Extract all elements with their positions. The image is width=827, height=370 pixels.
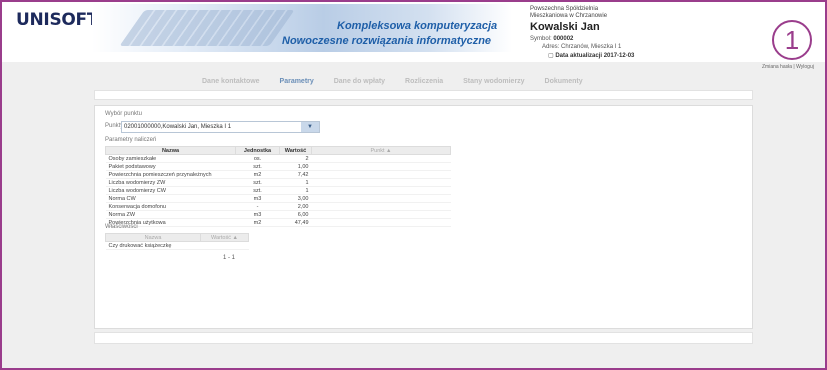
- update-info: ▢ Data aktualizacji 2017-12-03: [548, 53, 635, 59]
- table-cell: [311, 162, 451, 171]
- table-row: Powierzchnia pomieszczeń przynależnych m2…: [105, 170, 451, 179]
- table-cell: m2: [235, 170, 280, 179]
- table-cell: [311, 154, 451, 163]
- points-select[interactable]: 02001000000,Kowalski Jan, Mieszka I 1 ▼: [121, 121, 320, 133]
- props-table: Nazwa Wartość ▲ Czy drukować książeczkę: [105, 233, 249, 250]
- table-cell: szt.: [235, 178, 280, 187]
- table-cell: 2,00: [279, 202, 312, 211]
- table-cell: szt.: [235, 186, 280, 195]
- table-cell: 47,49: [279, 218, 312, 227]
- params-header-row: Nazwa Jednostka Wartość Punkt ▲: [105, 146, 451, 155]
- step-number-badge: 1: [772, 20, 812, 60]
- calendar-icon: ▢: [548, 53, 554, 59]
- table-cell: 3,00: [279, 194, 312, 203]
- tab-parametry[interactable]: Parametry: [280, 78, 314, 85]
- header: UNISOFT Kompleksowa komputeryzacja Nowoc…: [2, 2, 825, 62]
- chevron-down-icon[interactable]: ▼: [301, 122, 319, 132]
- table-cell: 6,00: [279, 210, 312, 219]
- table-cell: [311, 170, 451, 179]
- table-cell: os.: [235, 154, 280, 163]
- table-cell: [311, 186, 451, 195]
- main-panel: Wybór punktu Punkty: 02001000000,Kowalsk…: [94, 105, 753, 329]
- symbol-info: Symbol: 000002: [530, 36, 574, 42]
- column-header-jednostka[interactable]: Jednostka: [235, 146, 280, 155]
- table-cell: [311, 202, 451, 211]
- table-row: Pakiet podstawowy szt. 1,00: [105, 162, 451, 171]
- table-row: Norma CW m3 3,00: [105, 194, 451, 203]
- pager: 1 - 1: [223, 255, 236, 261]
- user-name: Kowalski Jan: [530, 21, 600, 33]
- table-row: Konserwacja domofonu -2,00: [105, 202, 451, 211]
- table-cell: 2: [279, 154, 312, 163]
- tab-stany-wodomierzy[interactable]: Stany wodomierzy: [463, 78, 524, 85]
- tagline-secondary: Nowoczesne rozwiązania informatyczne: [282, 35, 492, 47]
- tab-dane-kontaktowe[interactable]: Dane kontaktowe: [202, 78, 260, 85]
- tab-rozliczenia[interactable]: Rozliczenia: [405, 78, 443, 85]
- section-props-title: Właściwości: [105, 224, 138, 230]
- table-cell: 1,00: [279, 162, 312, 171]
- props-header-row: Nazwa Wartość ▲: [105, 233, 249, 242]
- tab-dokumenty[interactable]: Dokumenty: [545, 78, 583, 85]
- column-header-nazwa[interactable]: Nazwa: [105, 233, 201, 242]
- column-header-nazwa[interactable]: Nazwa: [105, 146, 236, 155]
- table-cell: -: [235, 202, 280, 211]
- table-cell: m3: [235, 194, 280, 203]
- table-row: Osoby zamieszkałe os. 2: [105, 154, 451, 163]
- table-cell: 7,42: [279, 170, 312, 179]
- table-cell: [200, 241, 249, 250]
- account-links: Zmiana hasła | Wyloguj: [762, 64, 814, 70]
- tab-dane-do-wplaty[interactable]: Dane do wpłaty: [334, 78, 385, 85]
- table-cell: Czy drukować książeczkę: [105, 241, 201, 250]
- table-cell: m3: [235, 210, 280, 219]
- table-cell: Liczba wodomierzy ZW: [105, 178, 236, 187]
- address-info: Adres: Chrzanów, Mieszka I 1: [542, 44, 622, 50]
- change-password-link[interactable]: Zmiana hasła: [762, 64, 792, 70]
- table-row: Liczba wodomierzy CW szt. 1: [105, 186, 451, 195]
- table-row: Liczba wodomierzy ZW szt. 1: [105, 178, 451, 187]
- table-cell: 1: [279, 178, 312, 187]
- table-cell: Konserwacja domofonu: [105, 202, 236, 211]
- column-header-wartosc[interactable]: Wartość ▲: [200, 233, 249, 242]
- table-cell: [311, 178, 451, 187]
- column-header-punkt[interactable]: Punkt ▲: [311, 146, 451, 155]
- table-cell: szt.: [235, 162, 280, 171]
- table-cell: Osoby zamieszkałe: [105, 154, 236, 163]
- section-params-title: Parametry naliczeń: [105, 137, 157, 143]
- table-cell: m2: [235, 218, 280, 227]
- app-frame: UNISOFT Kompleksowa komputeryzacja Nowoc…: [0, 0, 827, 370]
- banner: Kompleksowa komputeryzacja Nowoczesne ro…: [92, 4, 512, 52]
- main-nav: Dane kontaktowe Parametry Dane do wpłaty…: [202, 78, 601, 85]
- tagline-primary: Kompleksowa komputeryzacja: [337, 20, 498, 32]
- company-name: Powszechna Spółdzielnia Mieszkaniowa w C…: [530, 6, 608, 19]
- table-cell: Pakiet podstawowy: [105, 162, 236, 171]
- section-select-title: Wybór punktu: [105, 111, 142, 117]
- logout-link[interactable]: Wyloguj: [796, 64, 814, 70]
- table-cell: Norma ZW: [105, 210, 236, 219]
- table-cell: [311, 194, 451, 203]
- keyboard-image: [119, 10, 295, 46]
- table-cell: Norma CW: [105, 194, 236, 203]
- table-cell: Powierzchnia pomieszczeń przynależnych: [105, 170, 236, 179]
- table-cell: [311, 210, 451, 219]
- table-row: Powierzchnia użytkowa m2 47,49: [105, 218, 451, 227]
- params-table: Nazwa Jednostka Wartość Punkt ▲ Osoby za…: [105, 146, 451, 227]
- top-strip: [94, 90, 753, 100]
- table-row: Czy drukować książeczkę: [105, 241, 249, 250]
- table-cell: [311, 218, 451, 227]
- bottom-strip: [94, 332, 753, 344]
- table-cell: 1: [279, 186, 312, 195]
- unisoft-logo: UNISOFT: [16, 10, 99, 30]
- table-cell: Liczba wodomierzy CW: [105, 186, 236, 195]
- table-row: Norma ZW m3 6,00: [105, 210, 451, 219]
- column-header-wartosc[interactable]: Wartość: [279, 146, 312, 155]
